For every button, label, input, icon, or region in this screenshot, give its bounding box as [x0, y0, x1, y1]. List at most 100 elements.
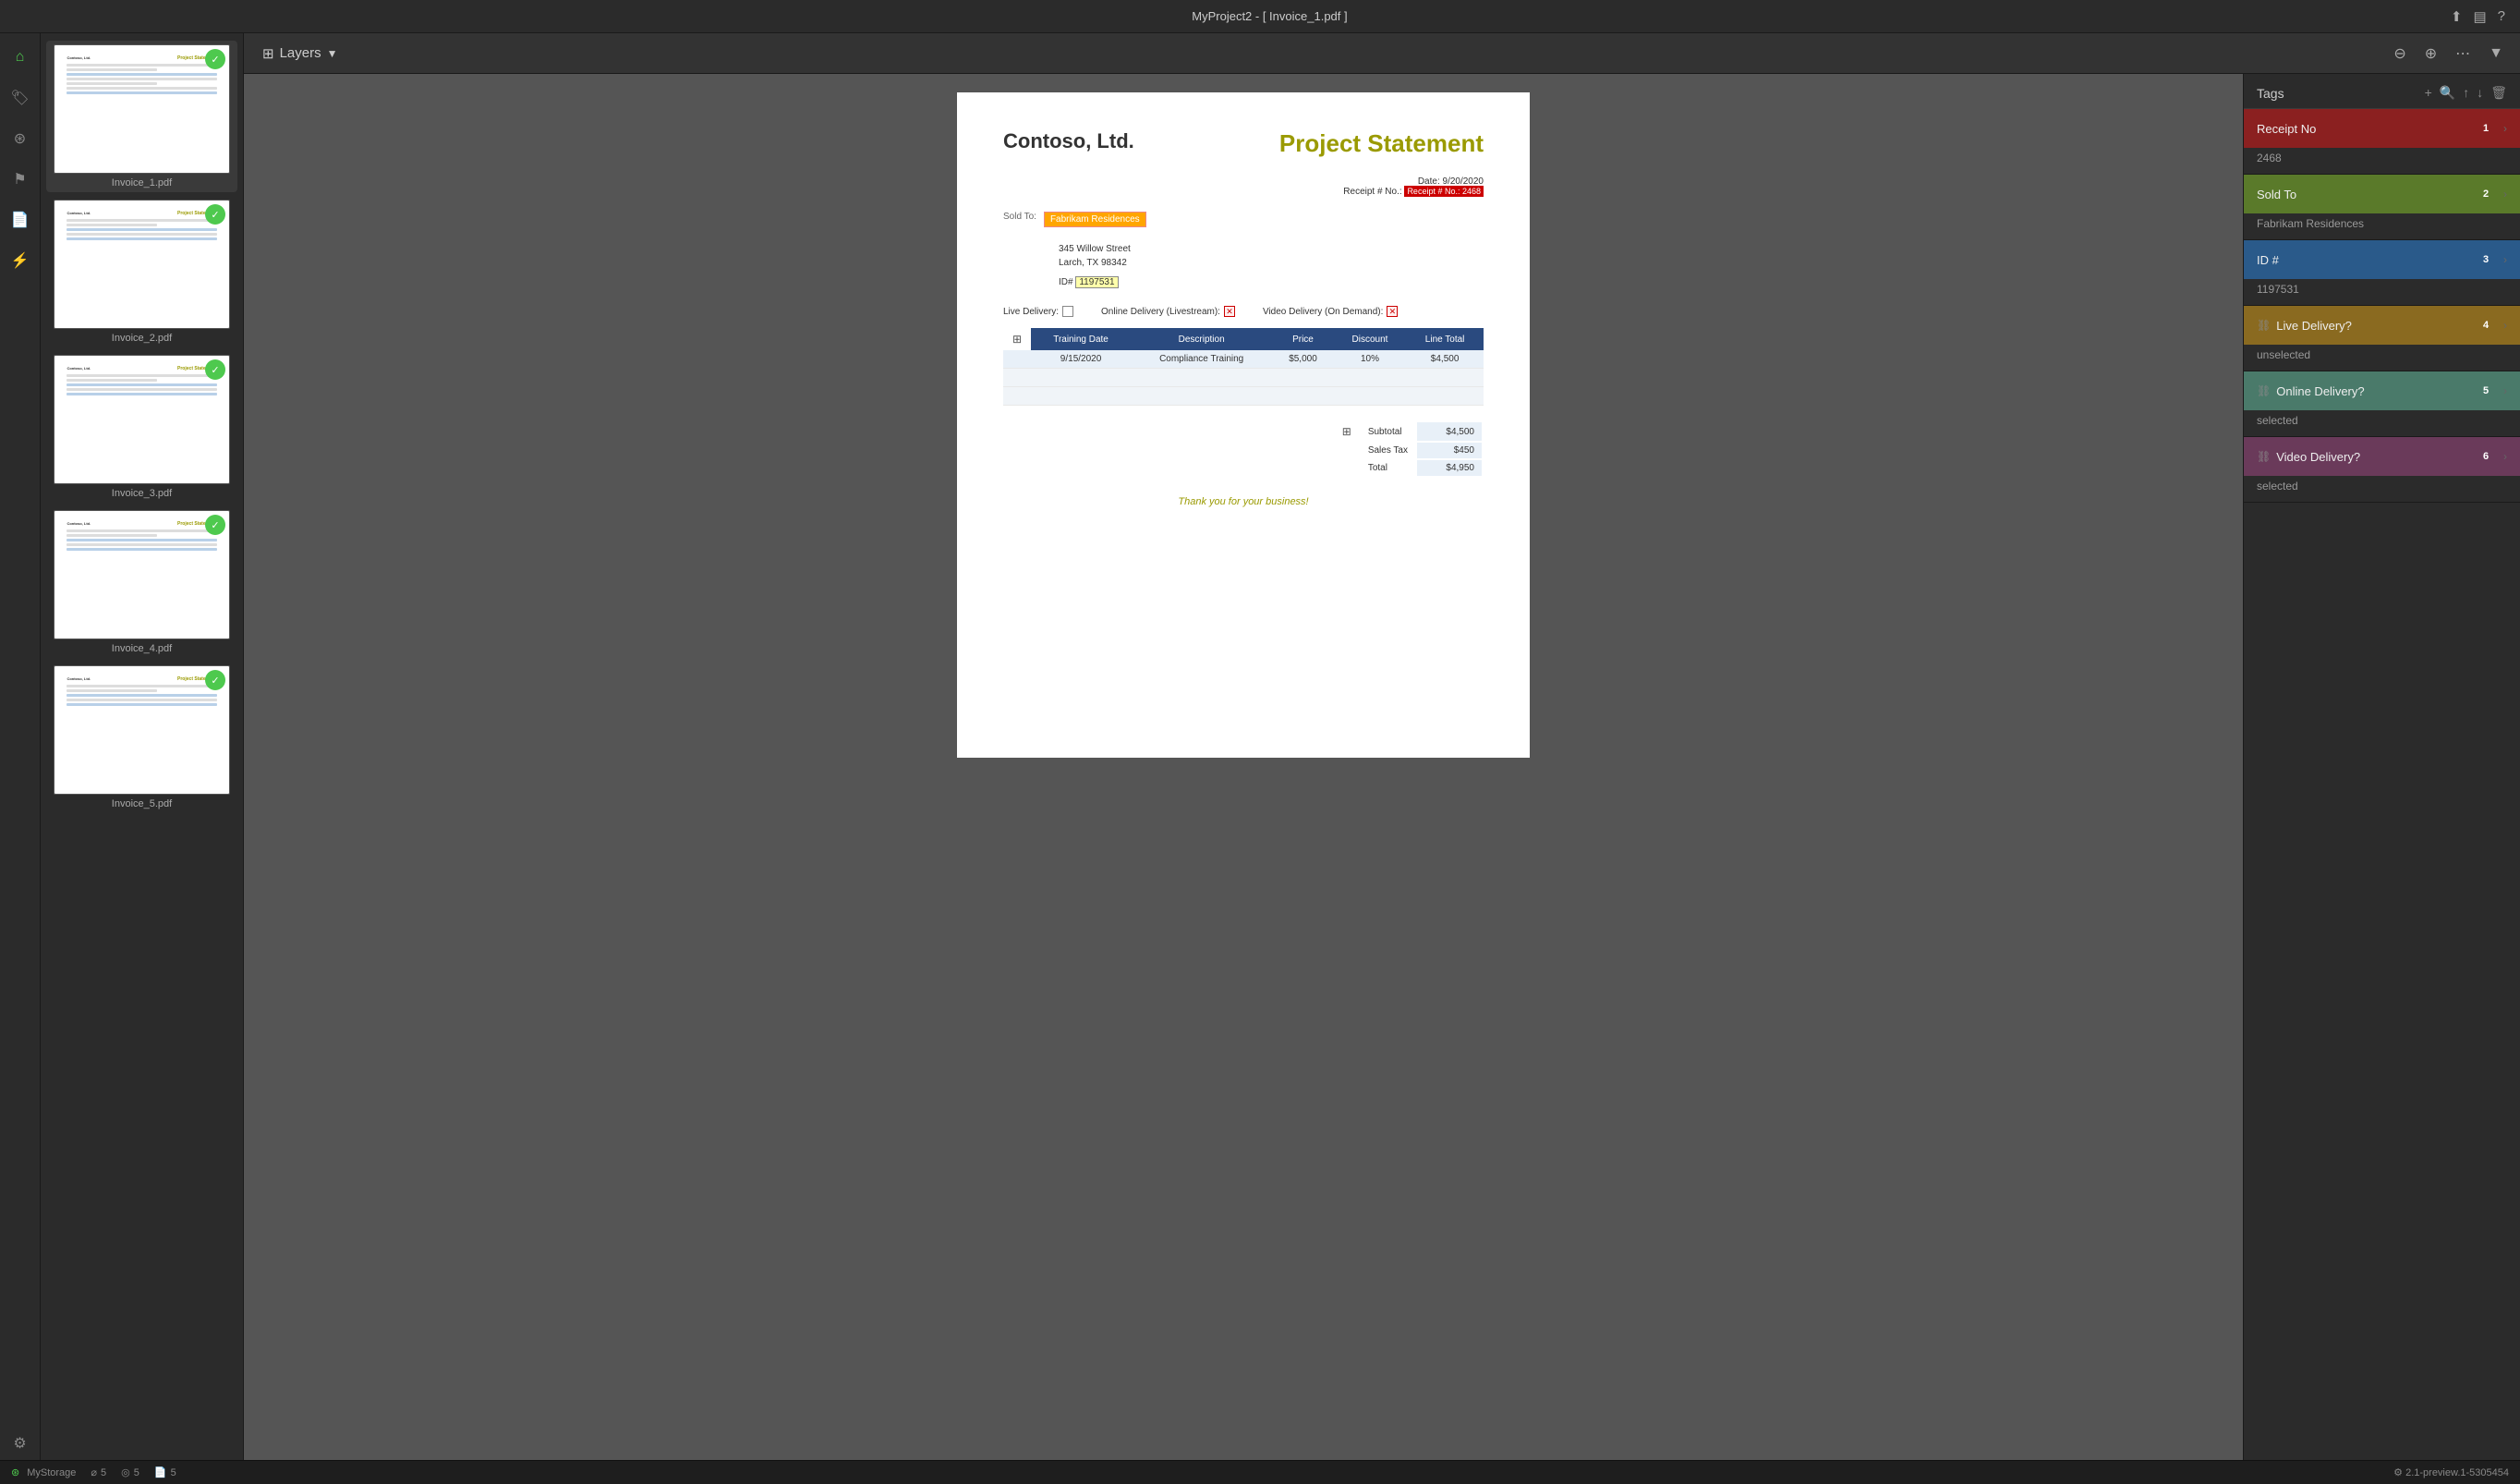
tag-num-2: 2 — [2476, 184, 2496, 204]
summary-row-subtotal: ⊞ Subtotal $4,500 — [1335, 422, 1482, 441]
invoice-meta: Date: 9/20/2020 Receipt # No.: Receipt #… — [1003, 176, 1484, 197]
tags-up-icon[interactable]: ↑ — [2463, 85, 2469, 101]
storage-item: ⊛ MyStorage — [11, 1466, 76, 1478]
file-thumb-2: Contoso, Ltd.Project Statement ✓ — [54, 200, 230, 329]
nav-people-icon[interactable]: ⊛ — [4, 122, 37, 155]
file-name-1: Invoice_1.pdf — [54, 177, 230, 189]
nav-tag-icon[interactable]: 🏷 — [4, 81, 37, 115]
nav-home-icon[interactable]: ⌂ — [4, 41, 37, 74]
file-item-3[interactable]: Contoso, Ltd.Project Statement ✓ Invoice… — [46, 351, 237, 503]
tag-label-4: Live Delivery? — [2276, 319, 2476, 333]
invoice-title: Project Statement — [1279, 129, 1484, 158]
invoice-header: Contoso, Ltd. Project Statement — [1003, 129, 1484, 158]
receipt-number-highlight: Receipt # No.: 2468 — [1404, 186, 1484, 197]
row1-total: $4,500 — [1406, 350, 1484, 369]
version-text: 2.1-preview.1-5305454 — [2405, 1467, 2509, 1478]
tag-chevron-3[interactable]: › — [2503, 253, 2507, 266]
online-delivery-checkbox[interactable]: ✕ — [1224, 306, 1235, 317]
tag-row-4[interactable]: ⛓ Live Delivery? 4 › — [2244, 306, 2520, 345]
tag-label-3: ID # — [2257, 253, 2476, 267]
row1-desc: Compliance Training — [1131, 350, 1272, 369]
live-delivery-checkbox[interactable] — [1062, 306, 1073, 317]
version-icon: ⚙ — [2393, 1467, 2403, 1478]
col-description: Description — [1131, 328, 1272, 350]
sold-to-section: Sold To: Fabrikam Residences — [1003, 212, 1484, 227]
tags-down-icon[interactable]: ↓ — [2477, 85, 2483, 101]
online-delivery-item: Online Delivery (Livestream): ✕ — [1101, 306, 1235, 317]
col-line-total: Line Total — [1406, 328, 1484, 350]
tag-label-2: Sold To — [2257, 188, 2476, 201]
file-item-5[interactable]: Contoso, Ltd.Project Statement ✓ Invoice… — [46, 662, 237, 813]
tags-search-icon[interactable]: 🔍 — [2440, 85, 2455, 101]
tag-chevron-5[interactable]: › — [2503, 384, 2507, 397]
file-item-1[interactable]: Contoso, Ltd. Project Statement ✓ — [46, 41, 237, 192]
row1-date: 9/15/2020 — [1031, 350, 1131, 369]
content-area: Contoso, Ltd. Project Statement Date: 9/… — [244, 74, 2520, 1460]
file-thumb-5: Contoso, Ltd.Project Statement ✓ — [54, 665, 230, 795]
row3-icon — [1003, 387, 1031, 406]
address-line-2: Larch, TX 98342 — [1059, 256, 1484, 270]
file-item-4[interactable]: Contoso, Ltd.Project Statement ✓ Invoice… — [46, 506, 237, 658]
tag-chevron-6[interactable]: › — [2503, 450, 2507, 463]
video-delivery-checkbox[interactable]: ✕ — [1387, 306, 1398, 317]
panel-toggle-button[interactable]: ▼ — [2483, 42, 2509, 66]
tag-chevron-4[interactable]: › — [2503, 319, 2507, 332]
nav-doc-icon[interactable]: 📄 — [4, 203, 37, 237]
count-1: 5 — [101, 1467, 106, 1478]
layout-icon[interactable]: ▤ — [2473, 8, 2486, 25]
company-name: Contoso, Ltd. — [1003, 129, 1134, 153]
more-button[interactable]: ⋯ — [2450, 41, 2476, 67]
status-bar: ⊛ MyStorage ⌀ 5 ◎ 5 📄 5 ⚙ 2.1-preview.1-… — [0, 1460, 2520, 1484]
row2-price — [1272, 369, 1334, 387]
tag-link-icon-4: ⛓ — [2257, 319, 2271, 332]
tag-num-4: 4 — [2476, 315, 2496, 335]
file-badge-4: ✓ — [205, 515, 225, 535]
count-item-1: ⌀ 5 — [91, 1466, 106, 1478]
id-label: ID# — [1059, 277, 1073, 287]
row2-date — [1031, 369, 1131, 387]
tag-row-3[interactable]: ID # 3 › — [2244, 240, 2520, 279]
title-actions: ⬆ ▤ ? — [2451, 8, 2505, 25]
tags-add-icon[interactable]: + — [2425, 85, 2432, 101]
tag-chevron-1[interactable]: › — [2503, 122, 2507, 135]
summary-row-total: Total $4,950 — [1335, 460, 1482, 476]
doc-viewer[interactable]: Contoso, Ltd. Project Statement Date: 9/… — [244, 74, 2243, 1460]
layers-button[interactable]: ⊞ Layers ▼ — [255, 42, 345, 66]
video-delivery-item: Video Delivery (On Demand): ✕ — [1263, 306, 1398, 317]
tag-row-6[interactable]: ⛓ Video Delivery? 6 › — [2244, 437, 2520, 476]
nav-flag-icon[interactable]: ⚑ — [4, 163, 37, 196]
tag-label-1: Receipt No — [2257, 122, 2476, 136]
tag-chevron-2[interactable]: › — [2503, 188, 2507, 201]
zoom-out-button[interactable]: ⊖ — [2388, 41, 2411, 67]
tags-delete-icon[interactable]: 🗑 — [2490, 85, 2507, 101]
tags-header: Tags + 🔍 ↑ ↓ 🗑 — [2244, 74, 2520, 109]
help-icon[interactable]: ? — [2498, 8, 2505, 25]
tag-row-1[interactable]: Receipt No 1 › — [2244, 109, 2520, 148]
count-icon-2: ◎ — [121, 1466, 130, 1478]
tag-row-2[interactable]: Sold To 2 › — [2244, 175, 2520, 213]
tag-row-5[interactable]: ⛓ Online Delivery? 5 › — [2244, 371, 2520, 410]
tag-value-1: 2468 — [2244, 148, 2520, 174]
file-thumb-3: Contoso, Ltd.Project Statement ✓ — [54, 355, 230, 484]
tags-title: Tags — [2257, 86, 2417, 101]
nav-plug-icon[interactable]: ⚡ — [4, 244, 37, 277]
video-delivery-label: Video Delivery (On Demand): — [1263, 307, 1383, 317]
tags-panel: Tags + 🔍 ↑ ↓ 🗑 Receipt No 1 › — [2243, 74, 2520, 1460]
tax-value: $450 — [1417, 443, 1482, 458]
tag-num-6: 6 — [2476, 446, 2496, 467]
total-value: $4,950 — [1417, 460, 1482, 476]
zoom-in-button[interactable]: ⊕ — [2419, 41, 2442, 67]
tag-value-4: unselected — [2244, 345, 2520, 371]
tax-label: Sales Tax — [1361, 443, 1415, 458]
file-item-2[interactable]: Contoso, Ltd.Project Statement ✓ Invoice… — [46, 196, 237, 347]
thank-you-message: Thank you for your business! — [1003, 496, 1484, 507]
row3-date — [1031, 387, 1131, 406]
sold-to-label: Sold To: — [1003, 212, 1036, 222]
row1-icon — [1003, 350, 1031, 369]
row2-icon — [1003, 369, 1031, 387]
summary-grid-icon: ⊞ — [1342, 425, 1351, 438]
share-icon[interactable]: ⬆ — [2451, 8, 2463, 25]
nav-settings-icon[interactable]: ⚙ — [4, 1427, 37, 1460]
count-3: 5 — [171, 1467, 176, 1478]
tag-item-1: Receipt No 1 › 2468 — [2244, 109, 2520, 175]
